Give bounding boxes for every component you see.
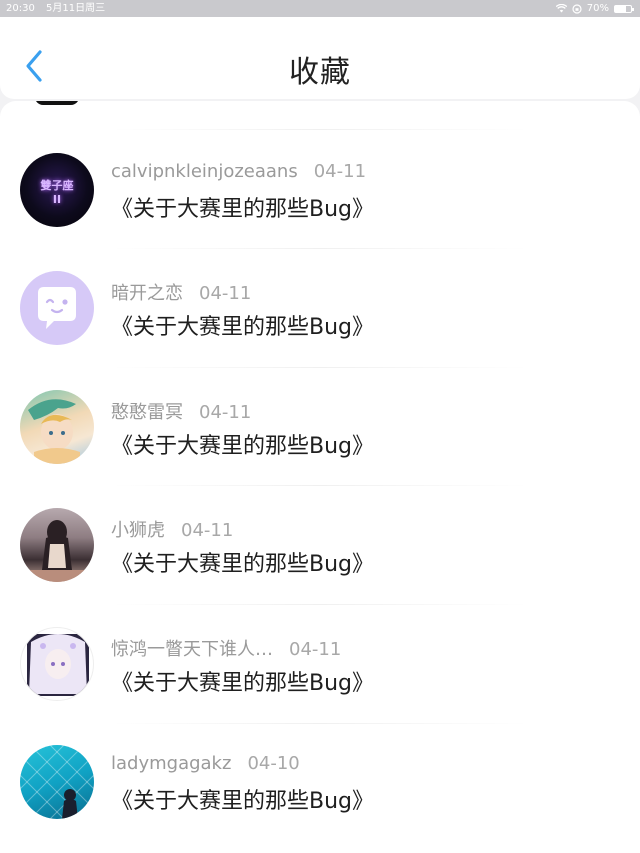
author-name: 憨憨雷冥	[111, 402, 183, 423]
author-name: 小狮虎	[111, 520, 165, 541]
avatar	[20, 390, 94, 464]
list-item[interactable]: 憨憨雷冥 04-11 《关于大赛里的那些Bug》	[0, 390, 640, 508]
list-item[interactable]: 暗开之恋 04-11 《关于大赛里的那些Bug》	[0, 271, 640, 389]
favorites-list: 雙子座 II calvipnkleinjozeaans 04-11 《关于大赛里的那…	[0, 101, 640, 853]
wifi-icon	[555, 4, 567, 13]
list-item[interactable]: 小狮虎 04-11 《关于大赛里的那些Bug》	[0, 508, 640, 626]
avatar	[20, 508, 94, 582]
item-title: 《关于大赛里的那些Bug》	[111, 197, 375, 222]
item-date: 04-11	[181, 520, 234, 541]
item-date: 04-10	[247, 753, 300, 774]
separator	[110, 248, 530, 249]
item-title: 《关于大赛里的那些Bug》	[111, 671, 375, 696]
chat-bubble-icon	[38, 287, 76, 329]
separator	[110, 723, 530, 724]
item-meta: 憨憨雷冥 04-11	[111, 398, 251, 424]
author-name: calvipnkleinjozeaans	[111, 161, 298, 182]
item-date: 04-11	[313, 161, 367, 182]
item-date: 04-11	[199, 402, 252, 423]
partial-avatar	[35, 101, 79, 105]
avatar-label: 雙子座 II	[40, 179, 74, 206]
battery-fill	[615, 5, 627, 12]
status-date: 5月11日周三	[46, 3, 106, 14]
fence-scene-icon	[20, 745, 94, 819]
navigation-bar: 收藏	[0, 17, 640, 99]
rotation-lock-icon	[572, 3, 582, 14]
list-item[interactable]: 雙子座 II calvipnkleinjozeaans 04-11 《关于大赛里的那…	[0, 153, 640, 271]
battery-icon	[614, 4, 634, 13]
avatar	[20, 627, 94, 701]
item-title: 《关于大赛里的那些Bug》	[111, 789, 375, 814]
item-meta: ladymgagakz 04-10	[111, 753, 300, 774]
separator	[110, 485, 530, 486]
battery-percent: 70%	[586, 3, 609, 14]
item-meta: 小狮虎 04-11	[111, 516, 233, 542]
author-name: ladymgagakz	[111, 753, 232, 774]
author-name: 暗开之恋	[111, 283, 183, 304]
girl-silhouette-icon	[20, 520, 94, 582]
list-item[interactable]: 惊鸿一瞥天下谁人… 04-11 《关于大赛里的那些Bug》	[0, 627, 640, 745]
item-meta: calvipnkleinjozeaans 04-11	[111, 161, 366, 182]
author-name: 惊鸿一瞥天下谁人…	[111, 639, 273, 660]
avatar	[20, 271, 94, 345]
page-title: 收藏	[289, 55, 351, 90]
item-date: 04-11	[289, 639, 342, 660]
item-title: 《关于大赛里的那些Bug》	[111, 552, 375, 577]
list-item[interactable]: ladymgagakz 04-10 《关于大赛里的那些Bug》	[0, 745, 640, 853]
anime-portrait-icon	[28, 399, 80, 464]
separator	[110, 604, 530, 605]
item-date: 04-11	[199, 283, 252, 304]
avatar: 雙子座 II	[20, 153, 94, 227]
item-title: 《关于大赛里的那些Bug》	[111, 434, 375, 459]
item-meta: 暗开之恋 04-11	[111, 279, 251, 305]
anime-portrait-icon	[27, 634, 89, 696]
item-meta: 惊鸿一瞥天下谁人… 04-11	[111, 635, 341, 661]
avatar	[20, 745, 94, 819]
separator	[110, 129, 530, 130]
item-title: 《关于大赛里的那些Bug》	[111, 315, 375, 340]
status-time: 20:30	[6, 3, 35, 14]
separator	[110, 367, 530, 368]
status-bar: 20:30 5月11日周三 70%	[0, 0, 640, 17]
